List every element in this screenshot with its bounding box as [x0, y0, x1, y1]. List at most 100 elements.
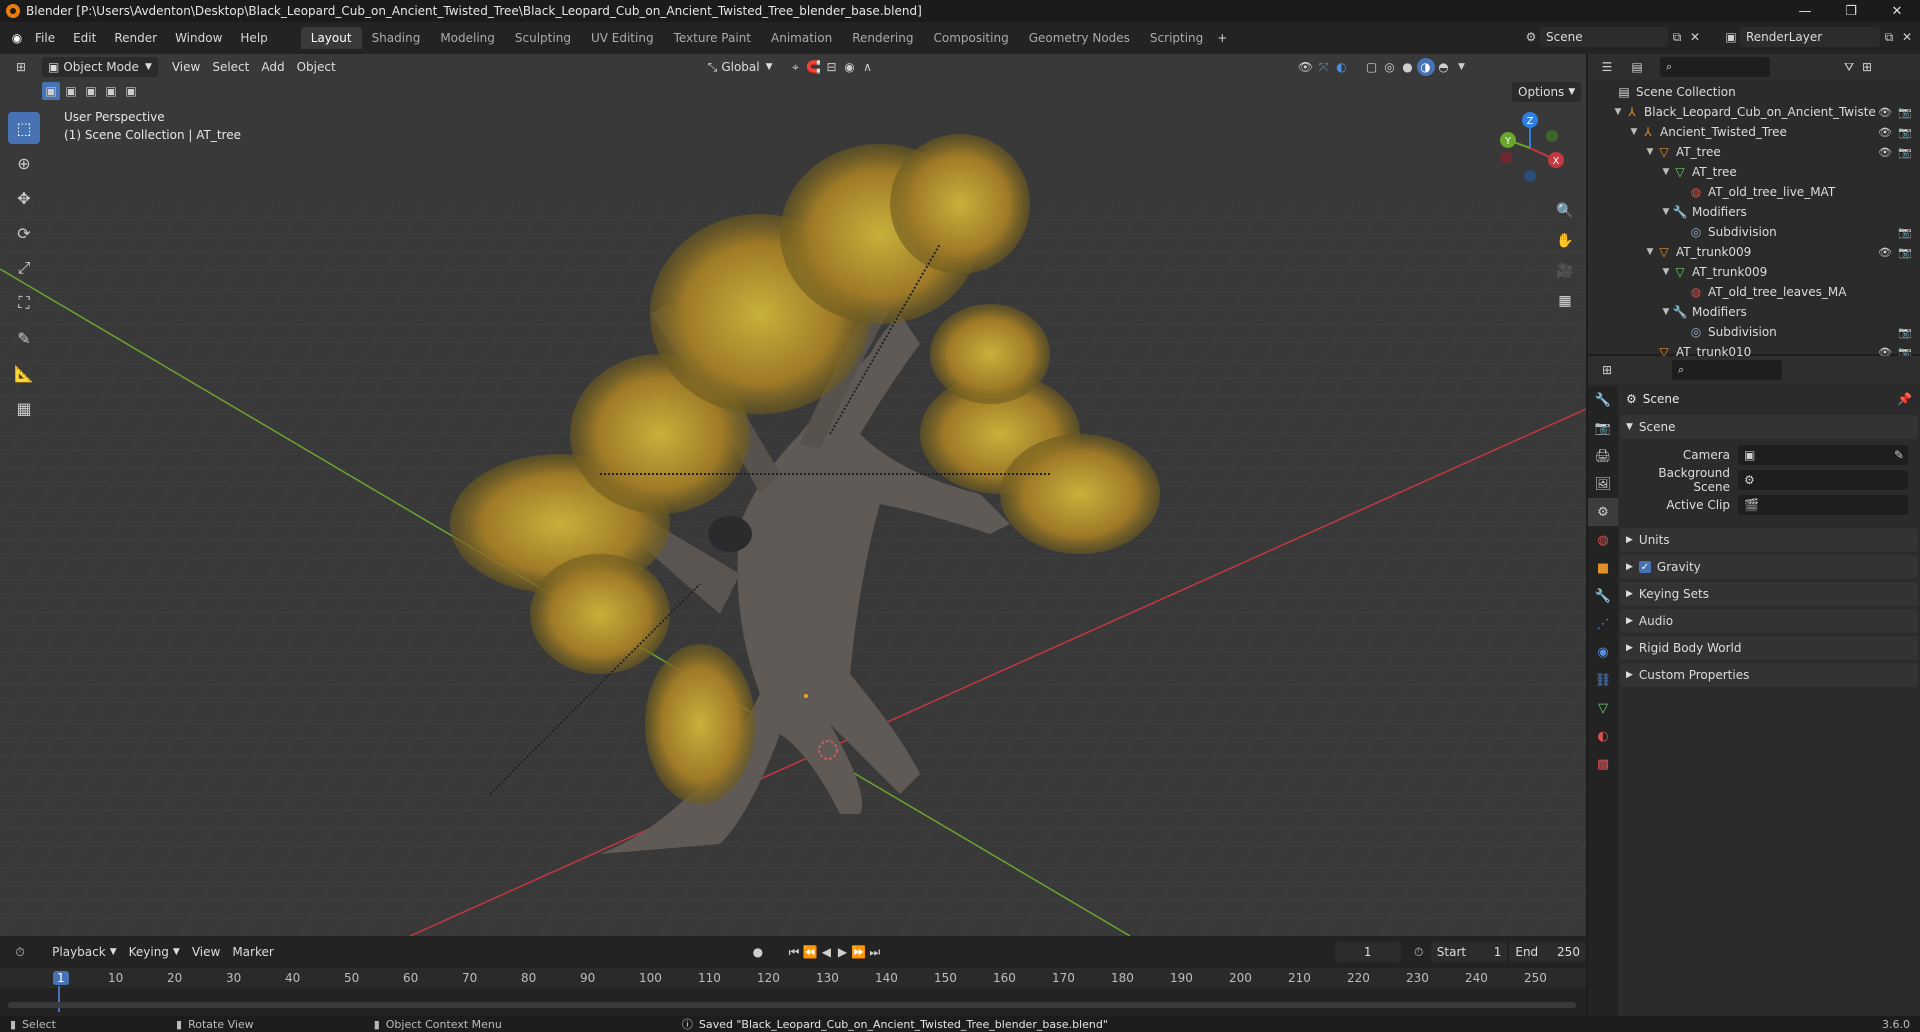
maximize-icon[interactable]: ❐ [1828, 0, 1874, 22]
world-tab-icon[interactable]: ◍ [1588, 526, 1618, 554]
outliner-row[interactable]: ▼ ▽ AT_tree 👁 📷 [1588, 142, 1920, 162]
add-cube-tool-icon[interactable]: ▦ [8, 392, 40, 424]
jump-keyframe-back-icon[interactable]: ⏪ [802, 943, 818, 961]
object-tab-icon[interactable]: ■ [1588, 554, 1618, 582]
eyedropper-icon[interactable]: ✎ [1894, 448, 1904, 462]
active-clip-field[interactable]: 🎬 [1738, 494, 1908, 515]
pin-icon[interactable]: 📌 [1897, 392, 1912, 406]
end-frame-field[interactable]: End 250 [1509, 942, 1586, 962]
remove-scene-icon[interactable]: ✕ [1686, 28, 1704, 46]
filter-icon[interactable]: ⛛ [1840, 58, 1858, 76]
play-icon[interactable]: ▶ [834, 943, 850, 961]
play-reverse-icon[interactable]: ◀ [818, 943, 834, 961]
outliner-row[interactable]: ◎ Subdivision 📷 [1588, 222, 1920, 242]
blender-menu-icon[interactable]: ◉ [8, 29, 26, 47]
auto-keying-icon[interactable]: ● [750, 943, 766, 961]
outliner-row[interactable]: ◍ AT_old_tree_leaves_MA [1588, 282, 1920, 302]
view-layer-tab-icon[interactable]: 🖼 [1588, 470, 1618, 498]
outliner-row[interactable]: ◍ AT_old_tree_live_MAT [1588, 182, 1920, 202]
panel-gravity[interactable]: ▶ ✓ Gravity [1620, 555, 1918, 579]
navigation-gizmo[interactable]: Z X Y [1490, 108, 1570, 188]
menu-file[interactable]: File [26, 31, 64, 45]
editor-type-icon[interactable]: ⊞ [12, 58, 30, 76]
outliner-row[interactable]: ▼ ▽ AT_trunk009 👁 📷 [1588, 242, 1920, 262]
outliner-row[interactable]: ▼ 🔧 Modifiers [1588, 302, 1920, 322]
tab-animation[interactable]: Animation [761, 27, 842, 49]
tab-texture-paint[interactable]: Texture Paint [664, 27, 761, 49]
tool-tab-icon[interactable]: 🔧 [1588, 386, 1618, 414]
panel-custom-properties[interactable]: ▶ Custom Properties [1620, 663, 1918, 687]
camera-view-icon[interactable]: 🎥 [1552, 258, 1578, 284]
solid-shading-icon[interactable]: ● [1399, 58, 1417, 76]
snap-icon[interactable]: 🧲 [805, 58, 823, 76]
outliner-row[interactable]: ◎ Subdivision 📷 [1588, 322, 1920, 342]
select-box-tool-icon[interactable]: ⬚ [8, 112, 40, 144]
scale-tool-icon[interactable]: ⤢ [8, 252, 40, 284]
3d-viewport[interactable]: ⊞ ▣ Object Mode ▼ View Select Add Object… [0, 54, 1586, 936]
renderlayer-selector-icon[interactable]: ▣ [1722, 28, 1740, 46]
mode-selector[interactable]: ▣ Object Mode ▼ [42, 57, 158, 77]
material-tab-icon[interactable]: ◐ [1588, 722, 1618, 750]
scene-field[interactable]: Scene [1540, 27, 1668, 47]
menu-add[interactable]: Add [255, 57, 290, 77]
material-shading-icon[interactable]: ◑ [1416, 58, 1435, 76]
start-frame-field[interactable]: Start 1 [1430, 942, 1508, 962]
add-workspace-icon[interactable]: + [1213, 29, 1231, 47]
panel-units[interactable]: ▶ Units [1620, 528, 1918, 552]
tab-rendering[interactable]: Rendering [842, 27, 923, 49]
constraints-tab-icon[interactable]: ⛓ [1588, 666, 1618, 694]
menu-render[interactable]: Render [105, 31, 166, 45]
visibility-icon[interactable]: 👁 [1297, 58, 1315, 76]
options-dropdown[interactable]: Options ▼ [1512, 82, 1582, 102]
menu-window[interactable]: Window [166, 31, 231, 45]
new-collection-icon[interactable]: ⊞ [1858, 58, 1876, 76]
render-camera-icon[interactable]: 📷 [1898, 106, 1912, 119]
timeline-editor-type-icon[interactable]: ⏱ [12, 943, 28, 961]
panel-scene[interactable]: ▼ Scene [1620, 415, 1918, 439]
render-camera-icon[interactable]: 📷 [1898, 326, 1912, 339]
outliner-row[interactable]: ▤ Scene Collection [1588, 82, 1920, 102]
menu-object[interactable]: Object [291, 57, 342, 77]
overlay-toggle-icon[interactable]: ◐ [1333, 58, 1351, 76]
remove-renderlayer-icon[interactable]: ✕ [1898, 28, 1916, 46]
data-tab-icon[interactable]: ▽ [1588, 694, 1618, 722]
outliner-row[interactable]: ▼ ▽ AT_tree [1588, 162, 1920, 182]
outliner-row[interactable]: ▼ ▽ AT_trunk009 [1588, 262, 1920, 282]
output-tab-icon[interactable]: 🖨 [1588, 442, 1618, 470]
expand-toggle-icon[interactable]: ▼ [1644, 247, 1656, 257]
panel-keying-sets[interactable]: ▶ Keying Sets [1620, 582, 1918, 606]
visibility-eye-icon[interactable]: 👁 [1878, 126, 1892, 139]
rotate-tool-icon[interactable]: ⟳ [8, 217, 40, 249]
transform-orientation[interactable]: ⤡ Global ▼ [702, 57, 779, 77]
preview-range-icon[interactable]: ⏱ [1411, 943, 1427, 961]
falloff-icon[interactable]: ∧ [859, 58, 877, 76]
jump-start-icon[interactable]: ⏮ [786, 943, 802, 961]
render-camera-icon[interactable]: 📷 [1898, 146, 1912, 159]
leopard-cub[interactable] [708, 516, 752, 552]
modifier-tab-icon[interactable]: 🔧 [1588, 582, 1618, 610]
outliner-editor-type-icon[interactable]: ☰ [1598, 58, 1616, 76]
render-camera-icon[interactable]: 📷 [1898, 246, 1912, 259]
gizmo-toggle-icon[interactable]: ⤧ [1315, 58, 1333, 76]
render-camera-icon[interactable]: 📷 [1898, 126, 1912, 139]
annotate-tool-icon[interactable]: ✎ [8, 322, 40, 354]
outliner-row[interactable]: ▼ 🔧 Modifiers [1588, 202, 1920, 222]
tab-compositing[interactable]: Compositing [923, 27, 1018, 49]
transform-tool-icon[interactable]: ⛶ [8, 287, 40, 319]
menu-view[interactable]: View [166, 57, 206, 77]
panel-rigid-body-world[interactable]: ▶ Rigid Body World [1620, 636, 1918, 660]
scene-tab-icon[interactable]: ⚙ [1588, 498, 1618, 526]
minimize-icon[interactable]: — [1782, 0, 1828, 22]
expand-toggle-icon[interactable]: ▼ [1660, 267, 1672, 277]
expand-toggle-icon[interactable]: ▼ [1628, 127, 1640, 137]
select-subtract-icon[interactable]: ▣ [82, 82, 100, 100]
tab-layout[interactable]: Layout [300, 27, 362, 49]
outliner-row[interactable]: ▼ ⅄ Black_Leopard_Cub_on_Ancient_Twiste 👁 📷 [1588, 102, 1920, 122]
display-mode-icon[interactable]: ▤ [1628, 58, 1646, 76]
tab-geometry-nodes[interactable]: Geometry Nodes [1019, 27, 1140, 49]
menu-edit[interactable]: Edit [64, 31, 105, 45]
pivot-icon[interactable]: ⌖ [787, 58, 805, 76]
outliner-row[interactable]: ▼ ⅄ Ancient_Twisted_Tree 👁 📷 [1588, 122, 1920, 142]
expand-toggle-icon[interactable]: ▼ [1660, 167, 1672, 177]
proportional-edit-icon[interactable]: ◉ [841, 58, 859, 76]
